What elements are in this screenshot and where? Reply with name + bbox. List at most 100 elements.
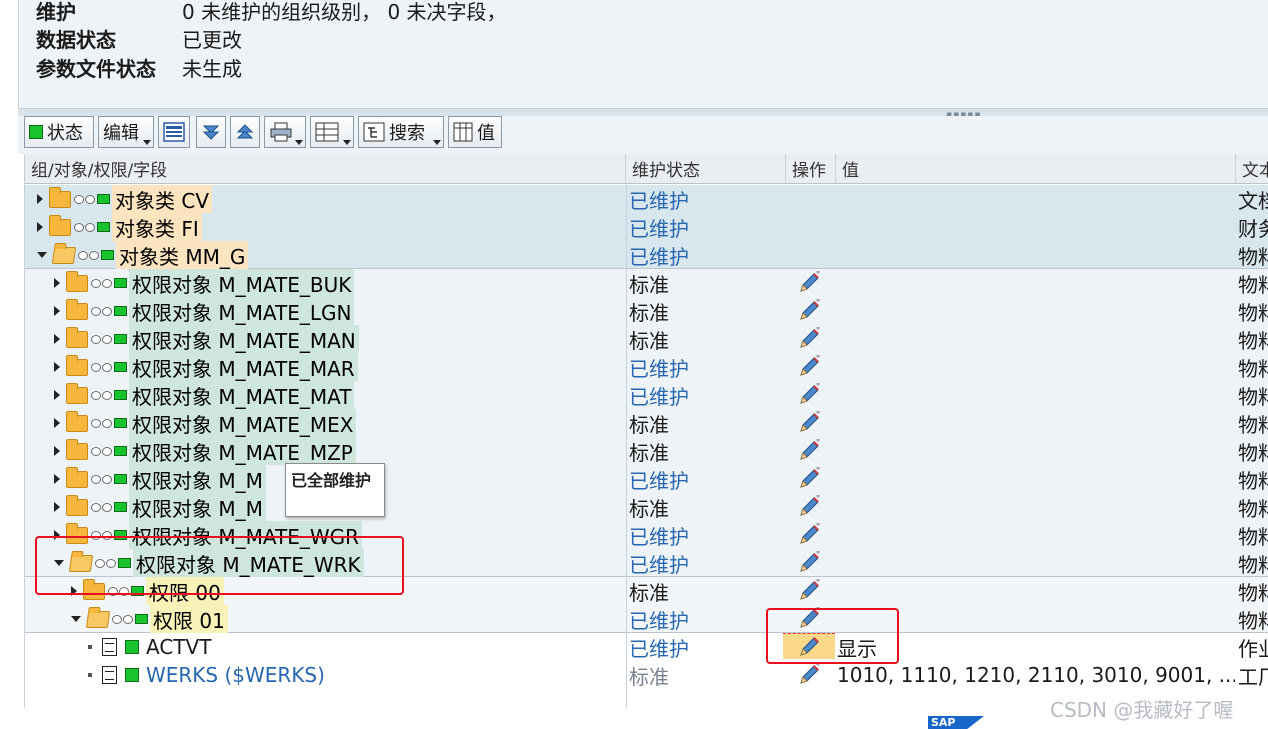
- col-header-value[interactable]: 值: [836, 154, 1236, 184]
- search-button[interactable]: 搜索: [358, 116, 444, 148]
- node-prefix: 权限对象: [132, 272, 219, 297]
- status-button-label: 状态: [47, 123, 83, 144]
- status-green-icon: [125, 668, 139, 682]
- printer-icon: [270, 122, 292, 142]
- value-cell: [837, 493, 1235, 521]
- value-button[interactable]: 值: [448, 116, 502, 148]
- collapse-arrow-icon[interactable]: [37, 252, 47, 258]
- expand-arrow-icon[interactable]: [54, 446, 60, 456]
- table-row[interactable]: 权限对象 M_MATE_LGN 标准 物料: [25, 297, 1268, 325]
- maint-info-row: 维护 0 未维护的组织级别， 0 未决字段，: [36, 0, 507, 25]
- expand-arrow-icon[interactable]: [54, 278, 60, 288]
- table-row[interactable]: 权限对象 M_MATE_MZP 标准 物料: [25, 437, 1268, 465]
- table-row[interactable]: 权限对象 M_MATE_MAR 已维护 物料: [25, 353, 1268, 381]
- expand-arrow-icon[interactable]: [54, 306, 60, 316]
- column-divider: [626, 184, 627, 708]
- traffic-light-icon: [91, 306, 127, 316]
- expand-all-button[interactable]: [196, 116, 226, 148]
- expand-all-icon: [202, 125, 220, 140]
- node-prefix: 权限对象: [132, 440, 219, 465]
- expand-arrow-icon[interactable]: [54, 334, 60, 344]
- pencil-icon: [800, 467, 820, 488]
- tree-cell: 权限对象 M_MATE_MEX: [25, 409, 625, 437]
- folder-icon: [66, 382, 88, 404]
- expand-arrow-icon[interactable]: [54, 502, 60, 512]
- status-icon: [29, 125, 43, 139]
- field-name: ACTVT: [146, 635, 212, 659]
- layout-button[interactable]: [310, 116, 354, 148]
- node-name: CV: [181, 188, 210, 213]
- status-green-icon: [125, 640, 139, 654]
- select-all-button[interactable]: [158, 116, 190, 148]
- collapse-all-button[interactable]: [230, 116, 260, 148]
- pencil-icon: [800, 355, 820, 376]
- print-button[interactable]: [264, 116, 306, 148]
- text-cell: 财务: [1238, 216, 1268, 241]
- traffic-light-icon: [91, 474, 127, 484]
- data-status-label: 数据状态: [36, 28, 116, 52]
- expand-arrow-icon[interactable]: [54, 418, 60, 428]
- traffic-light-icon: [74, 194, 110, 204]
- node-label: 对象类 MM_G: [116, 241, 249, 269]
- table-row[interactable]: 权限对象 M_MATE_MAT 已维护 物料: [25, 381, 1268, 409]
- value-cell: 1010, 1110, 1210, 2110, 3010, 9001, ...: [837, 663, 1235, 687]
- table-row[interactable]: 对象类 FI 已维护 财务: [25, 213, 1268, 241]
- table-row[interactable]: 对象类 MM_G 已维护 物料: [25, 241, 1268, 269]
- traffic-light-icon: [78, 250, 114, 260]
- col-header-maint-status[interactable]: 维护状态: [626, 154, 786, 184]
- value-button-label: 值: [477, 123, 495, 144]
- folder-open-icon: [85, 610, 111, 628]
- table-row[interactable]: 对象类 CV 已维护 文档: [25, 185, 1268, 213]
- tree-cell: 权限对象 M_MATE_MAR: [25, 353, 625, 381]
- status-button[interactable]: 状态: [24, 116, 94, 148]
- maint-status-cell: 已维护: [629, 356, 689, 381]
- text-cell: 物料: [1238, 412, 1268, 437]
- traffic-light-icon: [91, 390, 127, 400]
- node-name: M_MATE_MZP: [218, 440, 353, 465]
- table-row[interactable]: 权限 01 已维护 物料: [25, 605, 1268, 633]
- dropdown-arrow-icon: [143, 140, 151, 145]
- node-name: M_MATE_MAR: [218, 356, 355, 381]
- node-label: 权限对象 M_MATE_LGN: [129, 297, 355, 325]
- traffic-light-icon: [91, 334, 127, 344]
- pencil-icon: [800, 383, 820, 404]
- text-cell: 物料: [1238, 244, 1268, 269]
- expand-arrow-icon[interactable]: [37, 194, 43, 204]
- table-row[interactable]: 权限对象 M_M 标准 物料: [25, 493, 1268, 521]
- table-row[interactable]: WERKS ($WERKS) 标准 1010, 1110, 1210, 2110, …: [25, 661, 1268, 689]
- expand-arrow-icon[interactable]: [54, 474, 60, 484]
- splitter[interactable]: [18, 108, 1268, 116]
- folder-icon: [66, 494, 88, 516]
- col-header-action[interactable]: 操作: [786, 154, 836, 184]
- table-row[interactable]: 权限对象 M_M 已维护 物料: [25, 465, 1268, 493]
- node-label: 权限对象 M_M: [129, 493, 266, 521]
- pencil-icon: [800, 299, 820, 320]
- value-cell: [837, 297, 1235, 325]
- expand-arrow-icon[interactable]: [54, 362, 60, 372]
- expand-arrow-icon[interactable]: [54, 390, 60, 400]
- col-header-tree[interactable]: 组/对象/权限/字段: [25, 154, 626, 184]
- edit-button[interactable]: 编辑: [98, 116, 154, 148]
- tree-cell: WERKS ($WERKS): [25, 661, 625, 689]
- value-cell: [837, 465, 1235, 493]
- profile-status-row: 参数文件状态 未生成: [36, 53, 242, 82]
- folder-icon: [66, 298, 88, 320]
- layout-grid-icon: [315, 122, 339, 142]
- node-prefix: 权限对象: [132, 496, 219, 521]
- text-cell: 物料: [1238, 300, 1268, 325]
- table-row[interactable]: 权限对象 M_MATE_MAN 标准 物料: [25, 325, 1268, 353]
- expand-arrow-icon[interactable]: [37, 222, 43, 232]
- node-prefix: 权限对象: [132, 300, 219, 325]
- text-cell: 物料: [1238, 468, 1268, 493]
- table-row[interactable]: ACTVT已维护显示作业: [25, 633, 1268, 661]
- maint-status-cell: 标准: [629, 412, 669, 437]
- document-icon: [102, 638, 117, 656]
- node-name: M_M: [218, 496, 263, 521]
- pencil-icon: [800, 663, 820, 684]
- col-header-text[interactable]: 文本: [1236, 154, 1268, 184]
- table-row[interactable]: 权限对象 M_MATE_BUK 标准 物料: [25, 269, 1268, 297]
- collapse-arrow-icon[interactable]: [71, 616, 81, 622]
- text-cell: 物料: [1238, 580, 1268, 605]
- table-row[interactable]: 权限对象 M_MATE_MEX 标准 物料: [25, 409, 1268, 437]
- tree-cell: 权限对象 M_MATE_BUK: [25, 269, 625, 297]
